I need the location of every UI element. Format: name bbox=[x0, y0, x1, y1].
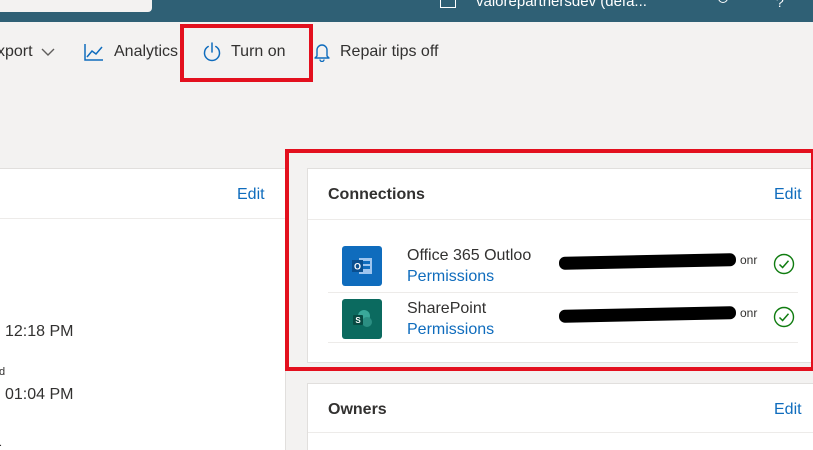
details-card: Edit 12:18 PM d 01:04 PM . bbox=[0, 168, 287, 450]
owners-card: Owners Edit bbox=[307, 383, 813, 450]
settings-icon[interactable] bbox=[718, 0, 728, 3]
suite-header: valorepartnersdev (defa... ? bbox=[0, 0, 813, 22]
bell-icon bbox=[314, 44, 330, 62]
details-edit-link[interactable]: Edit bbox=[237, 186, 265, 204]
analytics-button[interactable]: Analytics bbox=[84, 39, 178, 65]
analytics-label: Analytics bbox=[114, 43, 179, 60]
analytics-icon bbox=[84, 44, 103, 61]
highlight-turn-on bbox=[180, 24, 313, 82]
created-time: 01:04 PM bbox=[5, 386, 74, 403]
repair-tips-button[interactable]: Repair tips off bbox=[314, 39, 438, 65]
command-bar: xport Analytics Turn on Repair tips off bbox=[0, 22, 813, 82]
export-label: xport bbox=[0, 43, 33, 60]
environment-label[interactable]: valorepartnersdev (defa... bbox=[476, 0, 647, 10]
environment-icon bbox=[440, 0, 456, 8]
label-fragment: d bbox=[0, 366, 6, 378]
label-fragment: . bbox=[0, 437, 2, 449]
repair-tips-label: Repair tips off bbox=[340, 43, 439, 60]
export-button[interactable]: xport bbox=[0, 39, 55, 65]
modified-time: 12:18 PM bbox=[5, 323, 74, 340]
help-icon[interactable]: ? bbox=[776, 0, 784, 10]
chevron-down-icon bbox=[41, 48, 55, 56]
highlight-connections bbox=[285, 149, 813, 371]
divider bbox=[0, 218, 287, 219]
divider bbox=[308, 432, 813, 433]
owners-edit-link[interactable]: Edit bbox=[774, 401, 802, 419]
search-box-edge[interactable] bbox=[0, 0, 152, 12]
owners-title: Owners bbox=[328, 401, 387, 418]
